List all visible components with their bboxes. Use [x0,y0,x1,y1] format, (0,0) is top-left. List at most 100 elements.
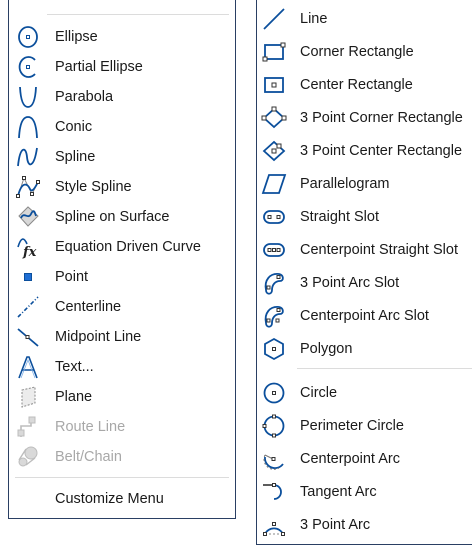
menu-item-plane[interactable]: Plane [9,382,235,412]
menu-item-label: Spline [55,149,96,165]
3-point-center-rectangle-icon [261,138,287,164]
menu-item-text[interactable]: Text... [9,352,235,382]
menu-item-equation-driven-curve[interactable]: fx Equation Driven Curve [9,232,235,262]
ellipse-icon [15,24,41,50]
parallelogram-icon [261,171,287,197]
centerpoint-arc-icon [261,446,287,472]
menu-item-3-point-corner-rectangle[interactable]: 3 Point Corner Rectangle [257,103,472,133]
menu-item-circle[interactable]: Circle [257,378,472,408]
menu-item-belt-chain[interactable]: Belt/Chain [9,442,235,472]
spline-icon [15,144,41,170]
plane-icon [15,384,41,410]
svg-text:fx: fx [22,245,37,260]
menu-item-centerpoint-straight-slot[interactable]: Centerpoint Straight Slot [257,235,472,265]
menu-item-label: Centerline [55,299,122,315]
menu-item-straight-slot[interactable]: Straight Slot [257,202,472,232]
menu-item-label: Corner Rectangle [300,44,414,60]
menu-item-label: Centerpoint Straight Slot [300,242,458,258]
midpoint-line-icon [15,324,41,350]
menu-item-ellipse[interactable]: Ellipse [9,22,235,52]
menu-item-center-rectangle[interactable]: Center Rectangle [257,70,472,100]
menu-item-label: Belt/Chain [55,449,122,465]
style-spline-icon [15,174,41,200]
menu-item-label: Style Spline [55,179,132,195]
sketch-entities-menu-right: Line Corner Rectangle Center Rectangle 3… [256,0,472,545]
menu-item-label: 3 Point Arc Slot [300,275,400,291]
menu-item-label: Parabola [55,89,114,105]
menu-item-tangent-arc[interactable]: Tangent Arc [257,477,472,507]
tangent-arc-icon [261,479,287,505]
3-point-arc-slot-icon [261,270,287,296]
partial-ellipse-icon [15,54,41,80]
circle-icon [261,380,287,406]
menu-item-parabola[interactable]: Parabola [9,82,235,112]
menu-item-label: Spline on Surface [55,209,170,225]
menu-item-polygon[interactable]: Polygon [257,334,472,364]
3-point-corner-rectangle-icon [261,105,287,131]
menu-item-route-line[interactable]: Route Line [9,412,235,442]
centerline-icon [15,294,41,320]
menu-item-label: 3 Point Arc [300,517,371,533]
menu-item-label: Ellipse [55,29,98,45]
menu-item-label: Conic [55,119,93,135]
centerpoint-arc-slot-icon [261,303,287,329]
menu-item-label: Partial Ellipse [55,59,143,75]
text-icon [15,354,41,380]
line-icon [261,6,287,32]
menu-item-parallelogram[interactable]: Parallelogram [257,169,472,199]
menu-item-spline[interactable]: Spline [9,142,235,172]
menu-item-corner-rectangle[interactable]: Corner Rectangle [257,37,472,67]
3-point-arc-icon [261,512,287,538]
menu-separator [47,14,229,15]
point-icon [15,264,41,290]
menu-item-centerpoint-arc[interactable]: Centerpoint Arc [257,444,472,474]
menu-item-3-point-arc-slot[interactable]: 3 Point Arc Slot [257,268,472,298]
menu-item-style-spline[interactable]: Style Spline [9,172,235,202]
menu-item-label: Centerpoint Arc Slot [300,308,429,324]
center-rectangle-icon [261,72,287,98]
menu-item-centerline[interactable]: Centerline [9,292,235,322]
menu-separator [15,477,229,478]
menu-item-label: Straight Slot [300,209,379,225]
corner-rectangle-icon [261,39,287,65]
straight-slot-icon [261,204,287,230]
menu-item-centerpoint-arc-slot[interactable]: Centerpoint Arc Slot [257,301,472,331]
customize-menu-item[interactable]: Customize Menu [9,484,235,514]
menu-item-label: Plane [55,389,93,405]
parabola-icon [15,84,41,110]
menu-item-label: Center Rectangle [300,77,413,93]
menu-item-label: Midpoint Line [55,329,142,345]
menu-item-line[interactable]: Line [257,4,472,34]
menu-item-label: Circle [300,385,338,401]
menu-item-spline-on-surface[interactable]: Spline on Surface [9,202,235,232]
conic-icon [15,114,41,140]
menu-item-label: 3 Point Center Rectangle [300,143,463,159]
menu-item-perimeter-circle[interactable]: Perimeter Circle [257,411,472,441]
menu-item-conic[interactable]: Conic [9,112,235,142]
centerpoint-straight-slot-icon [261,237,287,263]
menu-item-label: Text... [55,359,94,375]
menu-item-partial-ellipse[interactable]: Partial Ellipse [9,52,235,82]
menu-item-label: Line [300,11,328,27]
menu-item-label: Customize Menu [55,491,164,507]
belt-chain-icon [15,444,41,470]
menu-item-3-point-center-rectangle[interactable]: 3 Point Center Rectangle [257,136,472,166]
menu-item-3-point-arc[interactable]: 3 Point Arc [257,510,472,540]
menu-item-label: Equation Driven Curve [55,239,201,255]
menu-item-label: 3 Point Corner Rectangle [300,110,463,126]
menu-item-label: Polygon [300,341,353,357]
route-line-icon [15,414,41,440]
menu-separator [297,368,472,369]
menu-item-label: Centerpoint Arc [300,451,400,467]
menu-item-label: Parallelogram [300,176,390,192]
spline-on-surface-icon [15,204,41,230]
menu-item-midpoint-line[interactable]: Midpoint Line [9,322,235,352]
menu-item-point[interactable]: Point [9,262,235,292]
menu-item-label: Route Line [55,419,126,435]
menu-item-label: Tangent Arc [300,484,377,500]
sketch-entities-menu-left: Ellipse Partial Ellipse Parabola Conic S… [8,0,236,519]
menu-item-label: Perimeter Circle [300,418,404,434]
equation-driven-curve-icon: fx [15,234,41,260]
perimeter-circle-icon [261,413,287,439]
polygon-icon [261,336,287,362]
